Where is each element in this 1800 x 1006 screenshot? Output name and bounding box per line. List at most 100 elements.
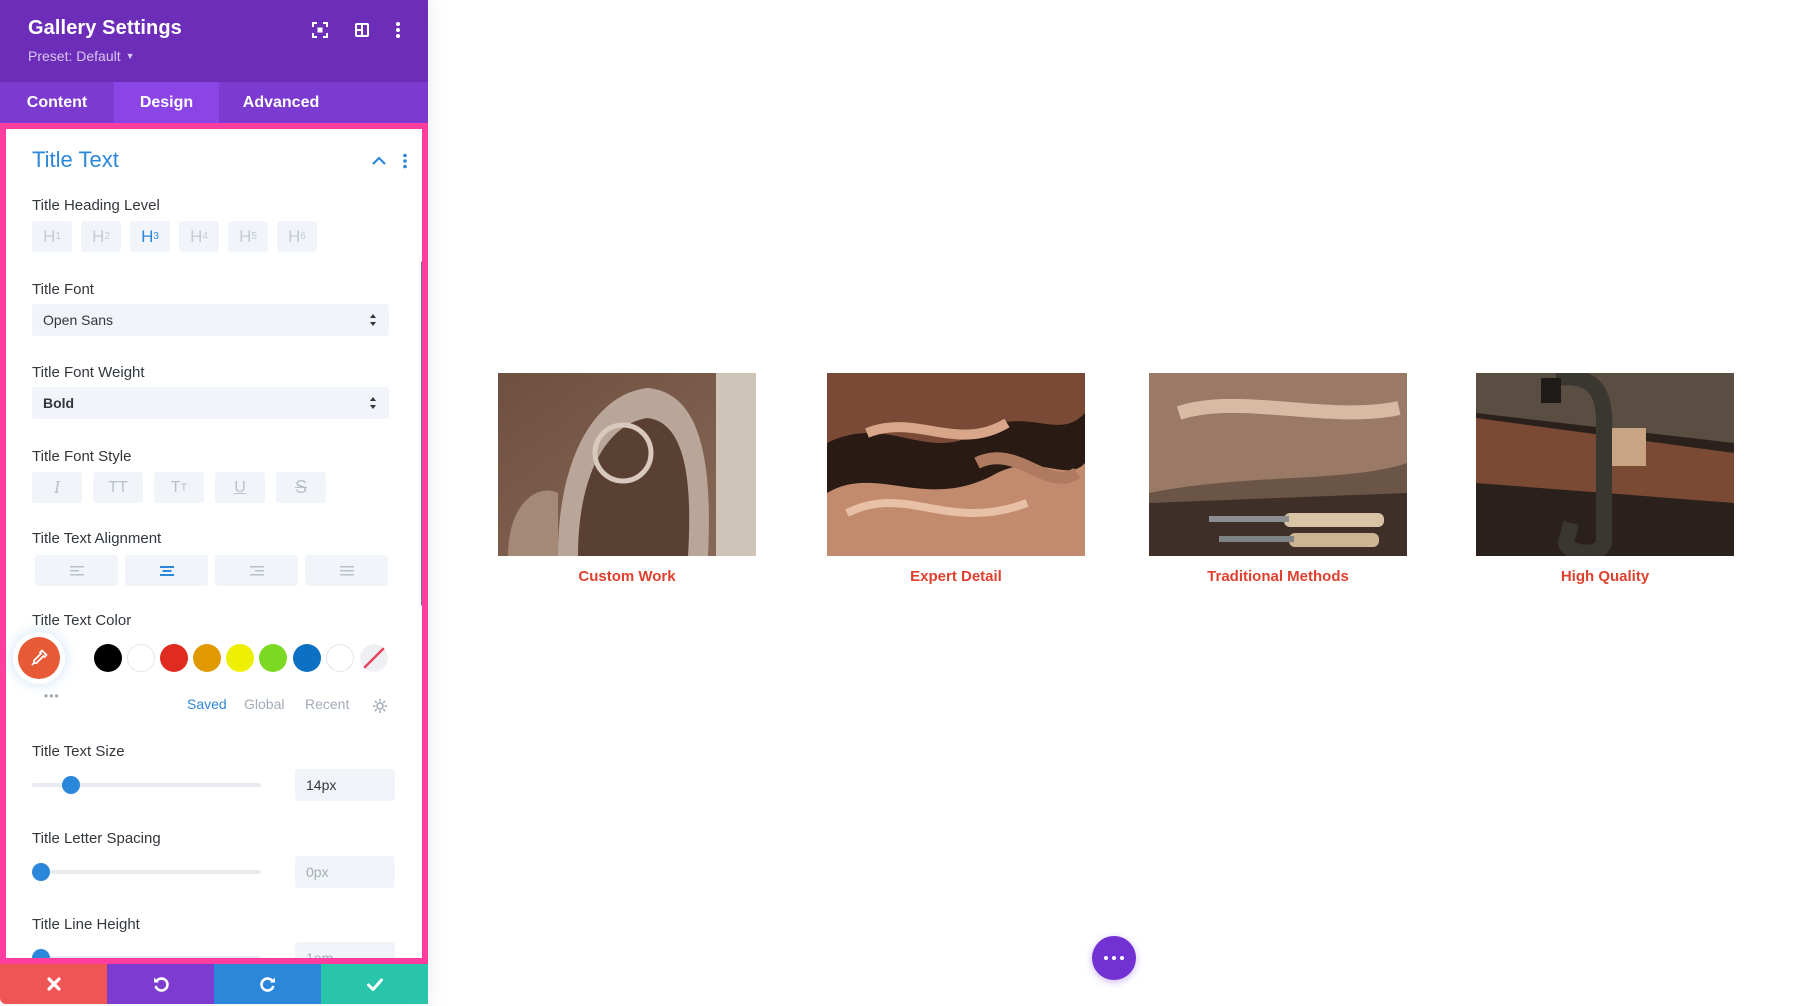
capitalize-button[interactable]: TT bbox=[154, 472, 204, 503]
gallery-caption: Traditional Methods bbox=[1207, 568, 1349, 585]
color-picker-button[interactable] bbox=[18, 637, 60, 679]
letter-spacing-slider[interactable] bbox=[32, 863, 261, 881]
close-icon bbox=[46, 977, 61, 991]
font-style-group: I TT TT U S bbox=[32, 472, 372, 503]
eyedropper-icon bbox=[31, 649, 48, 666]
tab-content[interactable]: Content bbox=[0, 82, 114, 123]
title-font-weight-select[interactable]: Bold bbox=[32, 387, 389, 419]
dot-icon bbox=[1104, 956, 1108, 960]
heading-h2-button[interactable]: H2 bbox=[81, 221, 121, 252]
underline-button[interactable]: U bbox=[215, 472, 265, 503]
align-right-button[interactable] bbox=[215, 555, 298, 586]
gallery-item[interactable]: Custom Work bbox=[498, 373, 756, 585]
tab-design[interactable]: Design bbox=[114, 82, 219, 123]
split-view-icon[interactable] bbox=[352, 20, 372, 40]
line-height-slider-thumb[interactable] bbox=[32, 949, 50, 958]
align-justify-icon bbox=[339, 565, 354, 575]
gallery-image-clamp[interactable] bbox=[1476, 373, 1734, 556]
align-justify-button[interactable] bbox=[305, 555, 388, 586]
dot-icon bbox=[1112, 956, 1116, 960]
swatch-yellow[interactable] bbox=[226, 644, 254, 672]
more-colors-icon[interactable]: ••• bbox=[44, 689, 60, 703]
text-size-input[interactable]: 14px bbox=[295, 769, 395, 801]
settings-content: Title Text Title Heading Level H1 H2 H3 … bbox=[0, 123, 428, 964]
panel-scrollbar[interactable] bbox=[421, 261, 422, 606]
gear-icon[interactable] bbox=[372, 698, 388, 714]
preset-dropdown[interactable]: Preset: Default ▼ bbox=[28, 48, 135, 64]
title-letter-spacing-label: Title Letter Spacing bbox=[32, 830, 161, 847]
swatch-none[interactable] bbox=[360, 644, 388, 672]
title-line-height-label: Title Line Height bbox=[32, 916, 140, 933]
swatch-white-2[interactable] bbox=[326, 644, 354, 672]
heading-h3-button[interactable]: H3 bbox=[130, 221, 170, 252]
swatch-green[interactable] bbox=[259, 644, 287, 672]
save-button[interactable] bbox=[321, 964, 428, 1004]
redo-button[interactable] bbox=[214, 964, 321, 1004]
palette-tab-saved[interactable]: Saved bbox=[187, 696, 227, 712]
swatch-white[interactable] bbox=[127, 644, 155, 672]
chevron-up-icon[interactable] bbox=[372, 153, 388, 167]
align-right-icon bbox=[249, 565, 264, 575]
gallery-item[interactable]: Expert Detail bbox=[827, 373, 1085, 585]
title-font-weight-label: Title Font Weight bbox=[32, 364, 145, 381]
page: Gallery Settings Preset: Default ▼ Conten… bbox=[0, 0, 1800, 1006]
gallery-image-carving-tools[interactable] bbox=[1149, 373, 1407, 556]
palette-tab-global[interactable]: Global bbox=[244, 696, 284, 712]
gallery-item[interactable]: High Quality bbox=[1476, 373, 1734, 585]
alignment-group bbox=[35, 555, 389, 586]
gallery-caption: Expert Detail bbox=[910, 568, 1002, 585]
panel-action-bar bbox=[0, 964, 428, 1004]
title-text-alignment-label: Title Text Alignment bbox=[32, 530, 162, 547]
text-size-slider[interactable] bbox=[32, 776, 261, 794]
swatch-blue[interactable] bbox=[293, 644, 321, 672]
dot-icon bbox=[1120, 956, 1124, 960]
no-color-icon bbox=[363, 647, 385, 669]
gallery-item[interactable]: Traditional Methods bbox=[1149, 373, 1407, 585]
heading-h5-button[interactable]: H5 bbox=[228, 221, 268, 252]
caret-down-icon: ▼ bbox=[125, 51, 135, 61]
heading-h1-button[interactable]: H1 bbox=[32, 221, 72, 252]
uppercase-button[interactable]: TT bbox=[93, 472, 143, 503]
checkmark-icon bbox=[366, 978, 383, 991]
select-arrows-icon bbox=[370, 314, 376, 326]
letter-spacing-slider-thumb[interactable] bbox=[32, 863, 50, 881]
swatch-orange[interactable] bbox=[193, 644, 221, 672]
heading-h4-button[interactable]: H4 bbox=[179, 221, 219, 252]
select-arrows-icon bbox=[370, 397, 376, 409]
strikethrough-button[interactable]: S bbox=[276, 472, 326, 503]
text-size-slider-thumb[interactable] bbox=[61, 776, 80, 794]
align-left-icon bbox=[69, 565, 84, 575]
settings-tabs: Content Design Advanced bbox=[0, 82, 428, 123]
undo-button[interactable] bbox=[107, 964, 214, 1004]
panel-title: Gallery Settings bbox=[28, 17, 182, 39]
swatch-red[interactable] bbox=[160, 644, 188, 672]
more-vertical-icon[interactable] bbox=[388, 20, 408, 40]
gallery-image-wood-carving-detail[interactable] bbox=[827, 373, 1085, 556]
palette-tab-recent[interactable]: Recent bbox=[305, 696, 349, 712]
italic-button[interactable]: I bbox=[32, 472, 82, 503]
tab-advanced[interactable]: Advanced bbox=[219, 82, 343, 123]
letter-spacing-input[interactable]: 0px bbox=[295, 856, 395, 888]
title-text-color-label: Title Text Color bbox=[32, 612, 132, 629]
focus-mode-icon[interactable] bbox=[310, 20, 330, 40]
section-title[interactable]: Title Text bbox=[32, 147, 119, 173]
gallery-image-carved-chair[interactable] bbox=[498, 373, 756, 556]
align-left-button[interactable] bbox=[35, 555, 118, 586]
title-font-weight-value: Bold bbox=[43, 395, 75, 411]
line-height-input[interactable]: 1em bbox=[295, 942, 395, 958]
title-text-size-label: Title Text Size bbox=[32, 743, 125, 760]
undo-icon bbox=[153, 977, 169, 992]
section-more-icon[interactable] bbox=[402, 153, 410, 171]
cancel-button[interactable] bbox=[0, 964, 107, 1004]
settings-panel: Gallery Settings Preset: Default ▼ Conten… bbox=[0, 0, 428, 1004]
page-settings-button[interactable] bbox=[1092, 936, 1136, 980]
heading-h6-button[interactable]: H6 bbox=[277, 221, 317, 252]
swatch-black[interactable] bbox=[94, 644, 122, 672]
preset-label: Preset: Default bbox=[28, 48, 121, 64]
title-font-value: Open Sans bbox=[43, 312, 114, 328]
line-height-slider[interactable] bbox=[32, 949, 261, 958]
panel-header: Gallery Settings Preset: Default ▼ bbox=[0, 0, 428, 82]
title-font-select[interactable]: Open Sans bbox=[32, 304, 389, 336]
align-center-button[interactable] bbox=[125, 555, 208, 586]
gallery-caption: Custom Work bbox=[578, 568, 676, 585]
